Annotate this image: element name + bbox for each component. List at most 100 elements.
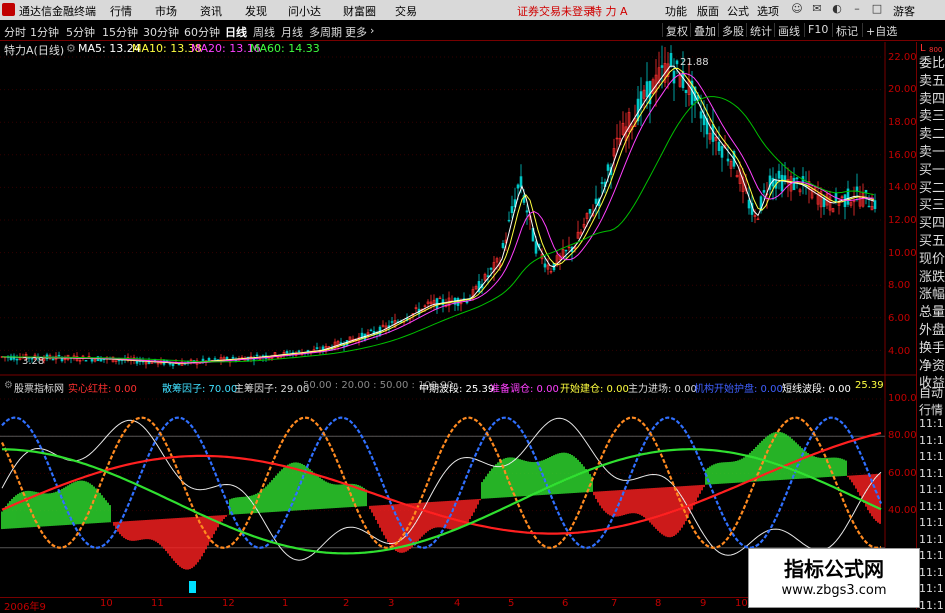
- quote-field: 买一: [919, 162, 945, 178]
- price-tick: 16.00: [888, 150, 917, 161]
- ind-field-jigou: 机构开始护盘: 0.00: [694, 384, 783, 395]
- candle-body: [639, 91, 643, 109]
- date-tick: 3: [388, 598, 395, 609]
- indicator-settings-icon[interactable]: ⚙: [4, 380, 13, 391]
- candle-body: [171, 363, 175, 367]
- quote-field: 换手: [919, 340, 945, 356]
- tick-time: 11:1: [919, 499, 944, 513]
- ind-field-zhuchou: 主筹因子: 29.00: [234, 384, 310, 395]
- watermark-title: 指标公式网: [784, 557, 884, 581]
- quote-field: 买二: [919, 180, 945, 196]
- candle-body: [15, 358, 19, 361]
- auto-quote-label[interactable]: 行情: [919, 401, 943, 418]
- candle-body: [231, 356, 235, 359]
- auto-quote-label[interactable]: 自动: [919, 384, 943, 401]
- candle-body: [780, 174, 784, 192]
- candle-body: [57, 354, 61, 357]
- scroll-marker[interactable]: [189, 581, 196, 593]
- ind-field-duanxian: 短线波段: 0.00: [782, 384, 851, 395]
- candle-body: [255, 354, 259, 357]
- quote-field: 总量: [919, 305, 945, 321]
- quote-field: 买三: [919, 198, 945, 214]
- low-price-label: 3.28: [22, 356, 45, 367]
- price-tick: 8.00: [888, 280, 911, 291]
- candle-body: [717, 141, 721, 151]
- ind-field-sanchou: 散筹因子: 70.00: [162, 384, 238, 395]
- candle-body: [660, 65, 664, 68]
- quote-field: 卖三: [919, 109, 945, 125]
- candle-body: [762, 190, 766, 193]
- candle-body: [792, 177, 796, 191]
- candle-body: [177, 363, 181, 366]
- candle-body: [135, 360, 139, 364]
- candle-body: [783, 175, 787, 182]
- quote-field: 涨跌: [919, 269, 945, 285]
- high-price-label: 21.88: [680, 57, 709, 68]
- candle-body: [720, 146, 724, 158]
- candle-body: [117, 359, 121, 362]
- tick-time: 11:1: [919, 450, 944, 463]
- candle-body: [516, 184, 520, 189]
- price-tick: 18.00: [888, 117, 917, 128]
- date-tick: 1: [282, 598, 289, 609]
- date-tick: 2006年9: [4, 602, 46, 613]
- quote-field: 卖二: [919, 127, 945, 143]
- quote-field: 委比: [919, 56, 945, 71]
- ind-tick: 60.00: [888, 468, 917, 479]
- tick-time: 11:1: [919, 549, 944, 562]
- moving-average-lines: [1, 65, 875, 364]
- candle-body: [297, 350, 301, 352]
- ind-tick: 40.00: [888, 505, 917, 516]
- candle-body: [669, 52, 673, 67]
- watermark-url: www.zbgs3.com: [781, 583, 887, 598]
- tick-time: 11:1: [919, 582, 944, 595]
- tick-time: 11:1: [919, 598, 944, 612]
- quote-field: 卖四: [919, 91, 945, 107]
- candle-body: [510, 206, 514, 214]
- tick-time: 11:1: [919, 516, 944, 529]
- candle-body: [213, 358, 217, 360]
- candle-body: [519, 176, 523, 188]
- candle-body: [501, 243, 505, 249]
- quote-field: 涨幅: [919, 287, 945, 303]
- date-tick: 10: [100, 598, 113, 609]
- tick-time: 11:1: [919, 532, 944, 546]
- ma-line: [2, 96, 875, 363]
- date-tick: 4: [454, 598, 461, 609]
- tick-time: 11:1: [919, 417, 944, 430]
- candle-body: [684, 89, 688, 93]
- candle-body: [747, 199, 751, 209]
- candle-body: [84, 360, 88, 362]
- date-tick: 2: [343, 598, 350, 609]
- indicator-name[interactable]: 股票指标网: [14, 380, 64, 395]
- quote-field: 买四: [919, 216, 945, 232]
- quote-field: 卖五: [919, 73, 945, 89]
- candle-body: [564, 249, 568, 252]
- price-tick: 6.00: [888, 313, 911, 324]
- price-tick: 20.00: [888, 84, 917, 95]
- candle-body: [51, 358, 55, 361]
- candle-body: [699, 111, 703, 119]
- quote-field: 外盘: [919, 323, 945, 338]
- date-tick: 7: [611, 598, 618, 609]
- candle-body: [315, 347, 319, 349]
- ind-field-zhunbei: 准备调仓: 0.00: [490, 384, 559, 395]
- candle-body: [489, 267, 493, 270]
- quote-side-panel: L 800 委比 卖五 卖四 卖三 卖二 卖一 买一 买二 买三 买四 买五 现价 涨跌 涨幅 总量 外盘 换手…: [916, 42, 945, 612]
- candle-body: [525, 210, 529, 213]
- candle-body: [672, 70, 676, 84]
- quote-field: 卖一: [919, 145, 945, 160]
- chart-canvas[interactable]: [0, 0, 916, 609]
- price-tick: 12.00: [888, 215, 917, 226]
- date-tick: 8: [655, 598, 662, 609]
- ma-line: [2, 73, 875, 364]
- ind-field-zhuli: 主力进场: 0.00: [628, 384, 697, 395]
- candle-body: [507, 219, 511, 222]
- candle-body: [543, 263, 547, 268]
- ind-field-value: 25.39: [855, 380, 884, 391]
- tick-time: 11:1: [919, 466, 944, 480]
- price-tick: 22.00: [888, 52, 917, 63]
- tick-time: 11:1: [919, 483, 944, 496]
- quote-field: 现价: [919, 251, 945, 267]
- date-tick: 10: [735, 598, 748, 609]
